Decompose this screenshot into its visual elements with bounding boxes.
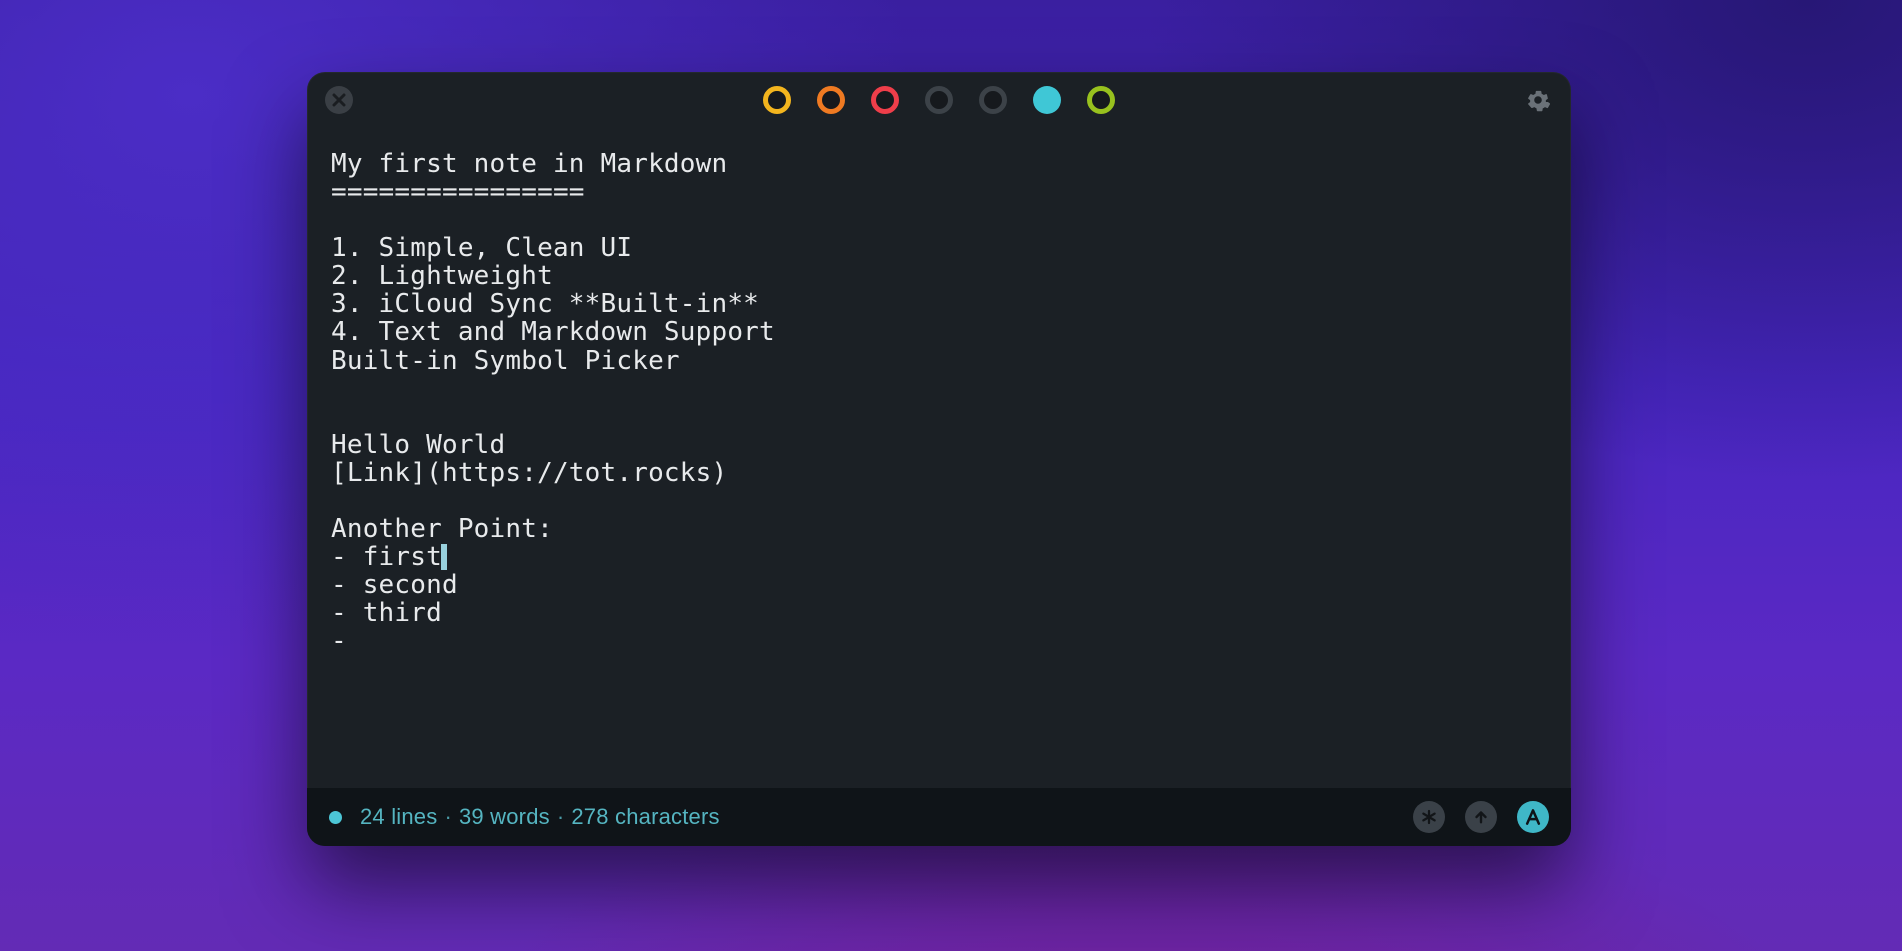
close-button[interactable] (325, 86, 353, 114)
status-chars-label: characters (615, 804, 720, 830)
note-tab-orange[interactable] (817, 86, 845, 114)
arrow-up-icon (1472, 808, 1490, 826)
status-separator: · (444, 804, 452, 830)
note-tab-yellow[interactable] (763, 86, 791, 114)
status-words-label: words (490, 804, 550, 830)
note-tab-gray-2[interactable] (979, 86, 1007, 114)
note-tab-red[interactable] (871, 86, 899, 114)
status-lines-label: lines (391, 804, 437, 830)
close-icon (332, 93, 346, 107)
status-lines-count: 24 (360, 804, 385, 830)
status-chars-count: 278 (571, 804, 608, 830)
status-separator: · (557, 804, 565, 830)
note-tab-green[interactable] (1087, 86, 1115, 114)
mode-toggle-button[interactable] (1517, 801, 1549, 833)
text-caret (441, 544, 447, 570)
clipboard-button[interactable] (1413, 801, 1445, 833)
titlebar (307, 72, 1571, 128)
status-indicator-icon (329, 811, 342, 824)
gear-icon (1525, 87, 1551, 113)
app-window: My first note in Markdown ==============… (307, 72, 1571, 846)
status-bar: 24 lines · 39 words · 278 characters (307, 788, 1571, 846)
note-tab-strip (763, 86, 1115, 114)
asterisk-icon (1420, 808, 1438, 826)
editor-content[interactable]: My first note in Markdown ==============… (331, 150, 1547, 655)
share-button[interactable] (1465, 801, 1497, 833)
editor-area[interactable]: My first note in Markdown ==============… (307, 128, 1571, 788)
status-actions (1413, 801, 1549, 833)
note-tab-cyan[interactable] (1033, 86, 1061, 114)
note-tab-gray-1[interactable] (925, 86, 953, 114)
letter-a-icon (1523, 807, 1543, 827)
status-words-count: 39 (459, 804, 484, 830)
settings-button[interactable] (1523, 85, 1553, 115)
